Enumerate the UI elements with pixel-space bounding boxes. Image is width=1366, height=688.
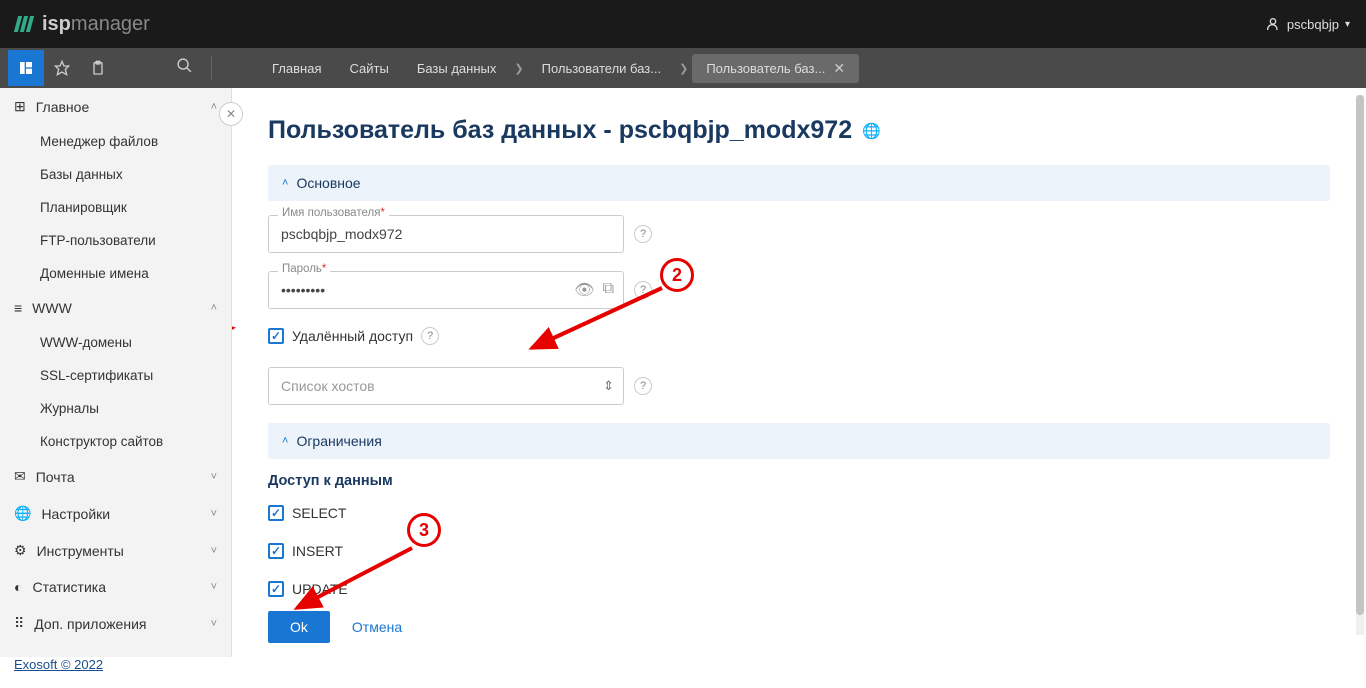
annotation-arrow-1 — [232, 318, 246, 353]
breadcrumb-dbusers[interactable]: Пользователи баз... — [528, 55, 676, 82]
sidebar-group-apps[interactable]: ⠿ Доп. приложения ˅ — [0, 605, 231, 642]
sidebar-group-label: Инструменты — [37, 543, 124, 559]
pie-icon: ◐ — [14, 579, 22, 595]
help-icon[interactable]: ? — [421, 327, 439, 345]
logo-isp: isp — [42, 13, 71, 35]
footer-link[interactable]: Exosoft © 2022 — [14, 657, 103, 672]
mail-icon: ✉ — [14, 468, 26, 485]
sidebar: ✕ ⊞Главное ˄ Менеджер файлов Базы данных… — [0, 88, 232, 657]
sidebar-group-settings[interactable]: 🌐 Настройки ˅ — [0, 495, 231, 532]
sidebar-group-main[interactable]: ⊞ Главное ˄ — [0, 88, 231, 125]
chevron-down-icon: ˅ — [211, 545, 217, 557]
annotation-arrow-2 — [522, 288, 672, 373]
perm-update-checkbox[interactable]: ✓ — [268, 581, 284, 597]
logo: ispmanager — [16, 13, 150, 36]
password-label: Пароль* — [278, 263, 330, 275]
sidebar-group-label: Настройки — [41, 506, 110, 522]
section-header-main[interactable]: ˄ Основное — [268, 165, 1330, 201]
close-icon[interactable]: ✕ — [833, 60, 845, 77]
user-menu[interactable]: pscbqbjp ▾ — [1265, 16, 1350, 32]
sidebar-group-tools[interactable]: ⚙ Инструменты ˅ — [0, 532, 231, 569]
perm-insert-checkbox[interactable]: ✓ — [268, 543, 284, 559]
chevron-down-icon: ˅ — [211, 618, 217, 630]
breadcrumb-databases[interactable]: Базы данных — [403, 55, 511, 82]
search-icon[interactable] — [176, 57, 193, 79]
clipboard-icon[interactable] — [80, 50, 116, 86]
breadcrumb-home[interactable]: Главная — [258, 55, 335, 82]
sidebar-group-label: WWW — [32, 300, 72, 316]
globe-network-icon: 🌐 — [862, 122, 881, 140]
breadcrumb-current[interactable]: Пользователь баз... ✕ — [692, 54, 859, 83]
help-icon[interactable]: ? — [634, 225, 652, 243]
breadcrumb-sites[interactable]: Сайты — [335, 55, 402, 82]
section-header-limits[interactable]: ˄ Ограничения — [268, 423, 1330, 459]
sidebar-item-databases[interactable]: Базы данных — [0, 158, 231, 191]
user-icon — [1265, 16, 1281, 32]
sidebar-group-stats[interactable]: ◐ Статистика ˅ — [0, 569, 231, 605]
scrollbar[interactable] — [1356, 95, 1364, 635]
sidebar-group-mail[interactable]: ✉ Почта ˅ — [0, 458, 231, 495]
chevron-up-icon: ˄ — [282, 177, 288, 189]
logo-manager: manager — [71, 13, 150, 35]
section-title: Ограничения — [296, 433, 381, 449]
sidebar-item-sitebuilder[interactable]: Конструктор сайтов — [0, 425, 231, 458]
data-access-heading: Доступ к данным — [268, 473, 1330, 489]
page-title: Пользователь баз данных - pscbqbjp_modx9… — [268, 116, 1330, 145]
perm-select-checkbox[interactable]: ✓ — [268, 505, 284, 521]
sidebar-group-label: Главное — [36, 99, 90, 115]
panel-icon[interactable] — [8, 50, 44, 86]
breadcrumbs: Главная Сайты Базы данных ❯ Пользователи… — [258, 54, 859, 83]
user-name: pscbqbjp — [1287, 17, 1339, 32]
star-icon[interactable] — [44, 50, 80, 86]
apps-icon: ⠿ — [14, 615, 24, 632]
gear-icon: ⚙ — [14, 542, 27, 559]
sidebar-group-label: Доп. приложения — [34, 616, 146, 632]
annotation-arrow-3 — [287, 543, 427, 628]
sliders-icon: ≡ — [14, 300, 22, 316]
chevron-down-icon: ˅ — [211, 581, 217, 593]
separator — [211, 56, 212, 80]
sidebar-group-www[interactable]: ≡ WWW ˄ — [0, 290, 231, 326]
annotation-marker-2: 2 — [660, 258, 694, 292]
chevron-right-icon: ❯ — [679, 62, 688, 75]
chevron-right-icon: ❯ — [514, 62, 523, 75]
username-label: Имя пользователя* — [278, 207, 389, 219]
chevron-up-icon: ˄ — [282, 435, 288, 447]
sidebar-item-ftp[interactable]: FTP-пользователи — [0, 224, 231, 257]
sidebar-group-label: Почта — [36, 469, 75, 485]
dashboard-icon: ⊞ — [14, 98, 26, 115]
chevron-up-icon: ˄ — [211, 101, 217, 113]
sidebar-item-domains[interactable]: Доменные имена — [0, 257, 231, 290]
section-title: Основное — [296, 175, 360, 191]
help-icon[interactable]: ? — [634, 377, 652, 395]
chevron-down-icon: ▾ — [1345, 19, 1350, 30]
remote-access-checkbox[interactable]: ✓ — [268, 328, 284, 344]
sidebar-item-ssl[interactable]: SSL-сертификаты — [0, 359, 231, 392]
sidebar-item-logs[interactable]: Журналы — [0, 392, 231, 425]
sidebar-item-scheduler[interactable]: Планировщик — [0, 191, 231, 224]
chevron-down-icon: ˅ — [211, 508, 217, 520]
remote-access-label: Удалённый доступ — [292, 328, 413, 344]
sidebar-item-files[interactable]: Менеджер файлов — [0, 125, 231, 158]
updown-icon[interactable]: ⇕ — [603, 378, 614, 394]
content-area: Пользователь баз данных - pscbqbjp_modx9… — [232, 88, 1366, 657]
chevron-down-icon: ˅ — [211, 471, 217, 483]
sidebar-item-wwwdomains[interactable]: WWW-домены — [0, 326, 231, 359]
breadcrumb-current-label: Пользователь баз... — [706, 61, 825, 76]
annotation-marker-3: 3 — [407, 513, 441, 547]
globe-icon: 🌐 — [14, 505, 31, 522]
username-input[interactable] — [268, 215, 624, 253]
sidebar-group-label: Статистика — [32, 579, 106, 595]
chevron-up-icon: ˄ — [211, 302, 217, 314]
perm-label: SELECT — [292, 505, 346, 521]
